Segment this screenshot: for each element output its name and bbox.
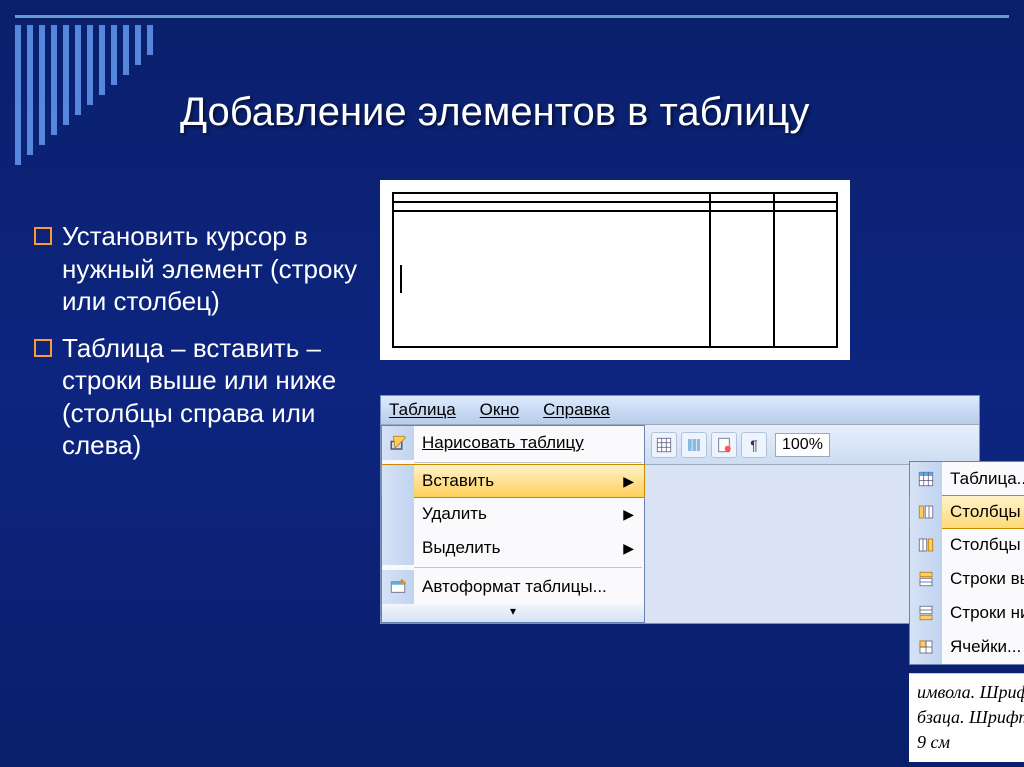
- menu-item-label: Нарисовать таблицу: [422, 433, 584, 453]
- submenu-label: Столбцы справа: [950, 535, 1024, 555]
- text-cursor: [400, 265, 402, 293]
- submenu-item-cols-right[interactable]: Столбцы справа: [910, 528, 1024, 562]
- menubar-item-window[interactable]: Окно: [480, 400, 520, 420]
- submenu-arrow-icon: ▶: [623, 473, 634, 490]
- menu-item-delete[interactable]: Удалить ▶: [382, 497, 644, 531]
- bullet-list: Установить курсор в нужный элемент (стро…: [30, 220, 360, 476]
- bullet-item: Таблица – вставить – строки выше или ниж…: [30, 332, 360, 462]
- insert-table-icon: [910, 462, 942, 496]
- toolbar: ¶ 100%: [645, 425, 979, 465]
- columns-right-icon: [910, 528, 942, 562]
- submenu-item-table[interactable]: Таблица...: [910, 462, 1024, 496]
- pencil-table-icon: [382, 426, 414, 460]
- submenu-label: Строки ниже: [950, 603, 1024, 623]
- toolbar-button-columns[interactable]: [681, 432, 707, 458]
- insert-submenu: Таблица... Столбцы слева Столбцы справа: [909, 461, 1024, 665]
- cells-icon: [910, 630, 942, 664]
- menubar-item-table[interactable]: Таблица: [389, 400, 456, 420]
- toolbar-button-table[interactable]: [651, 432, 677, 458]
- menu-item-autoformat[interactable]: Автоформат таблицы...: [382, 570, 644, 604]
- menu-item-select[interactable]: Выделить ▶: [382, 531, 644, 565]
- menu-item-label: Автоформат таблицы...: [422, 577, 607, 597]
- menu-item-insert[interactable]: Вставить ▶: [381, 464, 645, 498]
- example-table: [380, 180, 850, 360]
- menu-item-label: Выделить: [422, 538, 500, 558]
- doc-line: имвола. Шрифт Times 12,¶: [917, 680, 1024, 705]
- document-text-fragment: имвола. Шрифт Times 12,¶ бзаца. Шрифт Ti…: [909, 673, 1024, 762]
- doc-line: бзаца. Шрифт Times 14. Отступ слева 9 см: [917, 705, 1024, 755]
- rows-below-icon: [910, 596, 942, 630]
- submenu-label: Ячейки...: [950, 637, 1021, 657]
- toolbar-button-doc[interactable]: [711, 432, 737, 458]
- blank-icon: [382, 531, 414, 565]
- slide-body: Установить курсор в нужный элемент (стро…: [30, 200, 994, 747]
- slide-title: Добавление элементов в таблицу: [180, 90, 984, 135]
- rows-above-icon: [910, 562, 942, 596]
- blank-icon: [382, 465, 414, 497]
- bullet-item: Установить курсор в нужный элемент (стро…: [30, 220, 360, 318]
- submenu-label: Таблица...: [950, 469, 1024, 489]
- toolbar-button-pilcrow[interactable]: ¶: [741, 432, 767, 458]
- submenu-arrow-icon: ▶: [623, 540, 634, 557]
- submenu-label: Столбцы слева: [950, 502, 1024, 522]
- word-menu-screenshot: Таблица Окно Справка Нарисовать таблицу …: [380, 395, 980, 624]
- submenu-label: Строки выше: [950, 569, 1024, 589]
- submenu-item-rows-below[interactable]: Строки ниже: [910, 596, 1024, 630]
- menubar-item-help[interactable]: Справка: [543, 400, 610, 420]
- table-menu-dropdown: Нарисовать таблицу Вставить ▶ Удалить ▶ …: [381, 425, 645, 623]
- menu-expand-chevron[interactable]: ▾: [382, 604, 644, 622]
- submenu-item-rows-above[interactable]: Строки выше: [910, 562, 1024, 596]
- menu-item-label: Удалить: [422, 504, 487, 524]
- menu-item-draw-table[interactable]: Нарисовать таблицу: [382, 426, 644, 460]
- blank-icon: [382, 497, 414, 531]
- autoformat-icon: [382, 570, 414, 604]
- submenu-item-cols-left[interactable]: Столбцы слева: [909, 495, 1024, 529]
- submenu-arrow-icon: ▶: [623, 506, 634, 523]
- columns-left-icon: [910, 496, 942, 528]
- menu-item-label: Вставить: [422, 471, 494, 491]
- zoom-value[interactable]: 100%: [775, 433, 830, 457]
- submenu-item-cells[interactable]: Ячейки...: [910, 630, 1024, 664]
- menubar: Таблица Окно Справка: [381, 396, 979, 425]
- slide-decor-stripes: [15, 25, 153, 165]
- slide-top-rule: [15, 15, 1009, 18]
